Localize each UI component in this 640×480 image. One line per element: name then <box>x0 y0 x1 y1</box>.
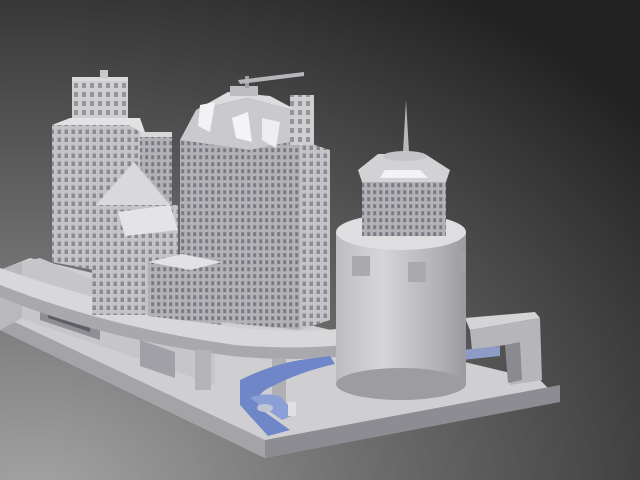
low-block <box>148 254 222 325</box>
3d-viewport[interactable] <box>0 0 640 480</box>
city-model-render <box>0 0 640 480</box>
